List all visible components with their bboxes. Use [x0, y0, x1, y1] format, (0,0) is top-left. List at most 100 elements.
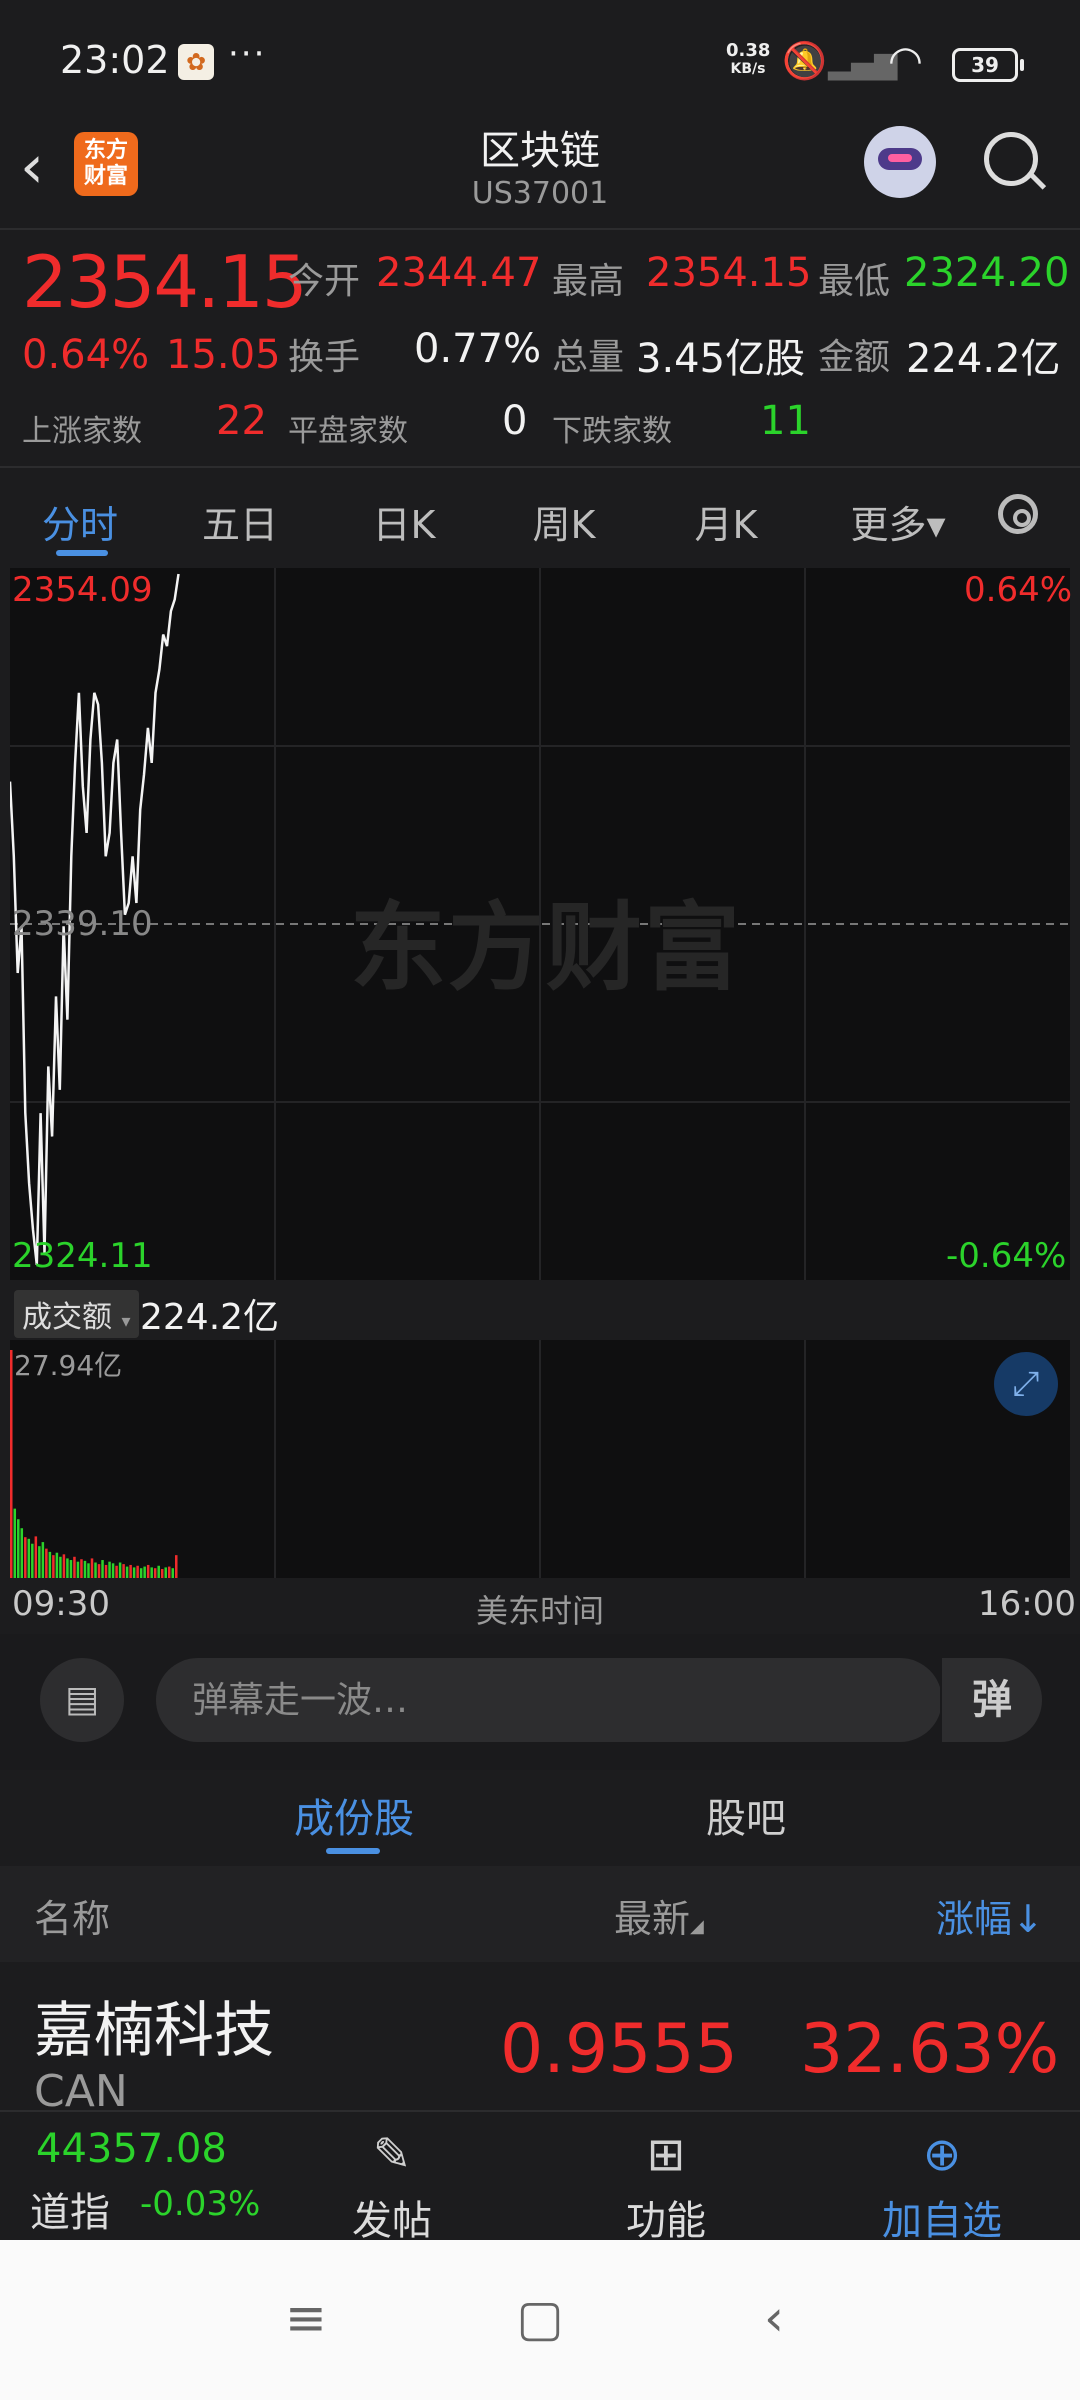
- amount-label: 金额: [818, 337, 891, 378]
- column-latest-label: 最新: [614, 1897, 691, 1941]
- volume-bar: [125, 1566, 129, 1578]
- tab-daily-k[interactable]: 日K: [334, 494, 474, 549]
- more-notifications-icon: ···: [228, 34, 267, 74]
- turnover-label: 换手: [288, 337, 361, 378]
- nav-back-icon[interactable]: ‹: [734, 2286, 814, 2350]
- status-time: 23:02: [60, 38, 170, 82]
- x-start-label: 09:30: [12, 1584, 110, 1624]
- danmaku-settings-icon[interactable]: ▤: [40, 1658, 124, 1742]
- tab-constituents[interactable]: 成份股: [244, 1786, 464, 1844]
- volume-indicator-label: 成交额: [22, 1300, 112, 1335]
- volume-bar: [167, 1566, 171, 1578]
- volume-bar: [150, 1567, 153, 1578]
- functions-grid-icon[interactable]: ⊞: [636, 2124, 696, 2184]
- stock-change: 32.63%: [800, 2010, 1060, 2089]
- status-bar: 23:02 ✿ ··· 0.38 KB/s 🔕 ▂▄▆ ◠ 39: [0, 0, 1080, 120]
- search-icon[interactable]: [984, 132, 1038, 186]
- tab-intraday[interactable]: 分时: [10, 494, 150, 549]
- volume-bar: [10, 1350, 13, 1578]
- volume-bar: [160, 1569, 164, 1578]
- active-subtab-indicator: [326, 1848, 380, 1854]
- volume-bar: [97, 1564, 101, 1578]
- volume-bar: [101, 1560, 104, 1578]
- open-label: 今开: [288, 261, 361, 302]
- active-tab-indicator: [56, 550, 108, 556]
- volume-bar: [17, 1519, 20, 1578]
- column-latest-sort[interactable]: 最新◢: [614, 1888, 704, 1943]
- up-count-label: 上涨家数: [22, 414, 142, 449]
- volume-bar: [164, 1567, 167, 1578]
- volume-bar: [48, 1551, 52, 1578]
- mute-bell-icon: 🔕: [782, 41, 827, 82]
- volume-bar: [34, 1536, 38, 1578]
- tab-weekly-k[interactable]: 周K: [494, 494, 634, 549]
- expand-chart-icon[interactable]: ⤢: [994, 1352, 1058, 1416]
- wifi-icon: ◠: [888, 38, 923, 84]
- y-max-label: 2354.09: [12, 570, 153, 610]
- volume-bar: [118, 1562, 122, 1578]
- high-label: 最高: [552, 261, 625, 302]
- volume-bar: [73, 1556, 76, 1578]
- volume-bar: [31, 1543, 34, 1578]
- x-axis-label: 美东时间: [475, 1592, 604, 1630]
- divider: [0, 228, 1080, 230]
- down-count-label: 下跌家数: [552, 414, 672, 449]
- page-title: 区块链: [480, 128, 600, 174]
- amount-value: 224.2亿: [906, 336, 1061, 382]
- post-icon[interactable]: ✎: [362, 2124, 422, 2184]
- assistant-robot-icon[interactable]: [864, 126, 936, 198]
- column-change-sort[interactable]: 涨幅↓: [936, 1888, 1044, 1943]
- volume-bar: [90, 1558, 94, 1578]
- down-count: 11: [760, 398, 811, 444]
- volume-bar: [41, 1542, 45, 1578]
- add-watchlist-button[interactable]: 加自选: [862, 2188, 1022, 2246]
- tab-more[interactable]: 更多▾: [828, 494, 968, 549]
- volume-bar: [83, 1560, 87, 1578]
- tab-forum[interactable]: 股吧: [636, 1786, 856, 1844]
- home-icon[interactable]: ▢: [500, 2286, 580, 2350]
- chart-settings-gear-icon[interactable]: [998, 494, 1038, 534]
- volume-bar: [104, 1564, 108, 1578]
- network-speed-value: 0.38: [726, 40, 771, 61]
- volume-bar: [171, 1568, 175, 1578]
- current-price: 2354.15: [22, 240, 308, 324]
- volume-value: 3.45亿股: [636, 336, 806, 382]
- index-code: US37001: [471, 176, 609, 211]
- tab-five-day[interactable]: 五日: [170, 494, 310, 549]
- pct-min-label: -0.64%: [946, 1236, 1067, 1276]
- post-button[interactable]: 发帖: [312, 2188, 472, 2246]
- watermark: 东方财富: [350, 892, 742, 1004]
- volume-bar: [62, 1554, 66, 1578]
- volume-bar: [52, 1555, 55, 1578]
- divider: [0, 466, 1080, 468]
- list-header: [0, 1866, 1080, 1962]
- volume-chart-svg: [10, 1340, 806, 1578]
- low-label: 最低: [818, 261, 891, 302]
- volume-bar: [66, 1558, 69, 1578]
- tab-monthly-k[interactable]: 月K: [656, 494, 796, 549]
- volume-chart: [10, 1340, 1070, 1578]
- volume-bar: [175, 1555, 178, 1578]
- dow-value: 44357.08: [36, 2126, 227, 2172]
- danmaku-toggle-button[interactable]: 弹: [940, 1658, 1042, 1742]
- dow-change: -0.03%: [140, 2184, 261, 2224]
- network-speed: 0.38 KB/s: [726, 42, 770, 78]
- app-logo: 东方财富: [74, 132, 138, 196]
- volume-bar: [136, 1565, 139, 1578]
- volume-bar: [108, 1561, 111, 1578]
- volume-bar: [129, 1564, 132, 1578]
- recent-apps-icon[interactable]: ≡: [266, 2286, 346, 2350]
- battery-icon: 39: [952, 48, 1024, 82]
- volume-bar: [24, 1537, 27, 1578]
- change-value: 15.05: [166, 332, 281, 378]
- volume-bar: [69, 1560, 73, 1578]
- volume-bar: [111, 1563, 115, 1578]
- low-value: 2324.20: [904, 250, 1070, 296]
- back-button[interactable]: ‹: [20, 132, 44, 202]
- up-count: 22: [216, 398, 267, 444]
- high-value: 2354.15: [646, 250, 812, 296]
- volume-indicator-select[interactable]: 成交额 ▾: [14, 1290, 139, 1338]
- danmaku-input[interactable]: [156, 1658, 942, 1742]
- add-watch-icon[interactable]: ⊕: [912, 2124, 972, 2184]
- functions-button[interactable]: 功能: [586, 2188, 746, 2246]
